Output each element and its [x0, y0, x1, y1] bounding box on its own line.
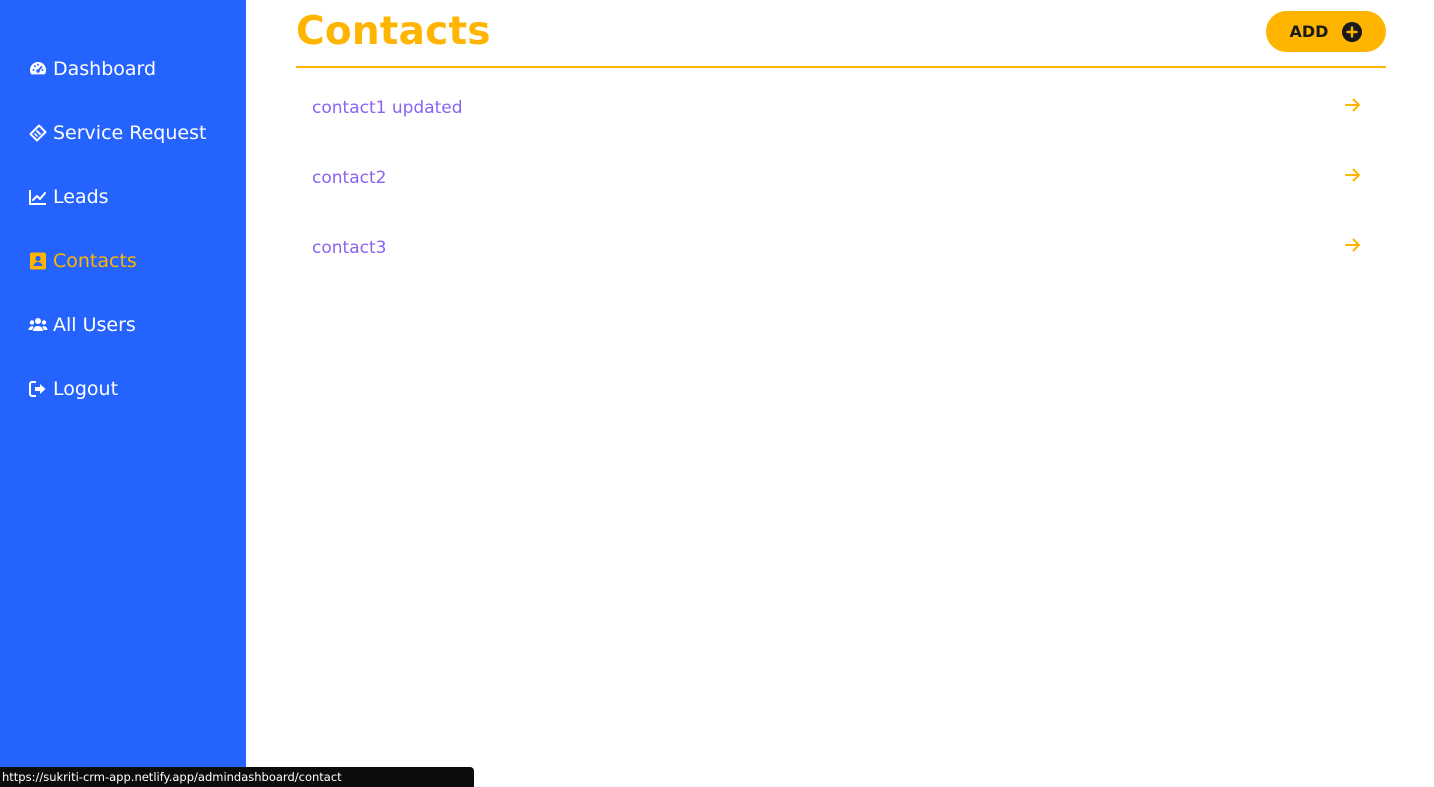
- app-root: Dashboard Service Request Leads Contacts: [0, 0, 1434, 787]
- contact-name-link[interactable]: contact2: [312, 166, 386, 190]
- contact-name-link[interactable]: contact1 updated: [312, 96, 463, 120]
- line-chart-icon: [28, 187, 48, 207]
- arrow-right-icon[interactable]: [1344, 236, 1362, 254]
- status-bar-url: https://sukriti-crm-app.netlify.app/admi…: [0, 767, 474, 787]
- sidebar-item-label: Logout: [53, 378, 119, 400]
- sidebar-item-leads[interactable]: Leads: [28, 182, 109, 212]
- plus-circle-icon: [1342, 21, 1363, 42]
- add-contact-button[interactable]: ADD: [1266, 11, 1386, 52]
- sidebar-item-contacts[interactable]: Contacts: [28, 246, 137, 276]
- sidebar-item-label: Contacts: [53, 250, 137, 272]
- arrow-right-icon[interactable]: [1344, 96, 1362, 114]
- sidebar-item-dashboard[interactable]: Dashboard: [28, 54, 156, 84]
- list-item[interactable]: contact3: [296, 214, 1386, 284]
- main-content: Contacts ADD contact1 updated contact2 c…: [296, 0, 1386, 787]
- sidebar-item-label: All Users: [53, 314, 136, 336]
- contact-name-link[interactable]: contact3: [312, 236, 386, 260]
- users-icon: [28, 315, 48, 335]
- arrow-right-icon[interactable]: [1344, 166, 1362, 184]
- ticket-icon: [28, 123, 48, 143]
- dashboard-gauge-icon: [28, 59, 48, 79]
- sidebar-item-logout[interactable]: Logout: [28, 374, 118, 404]
- list-item[interactable]: contact1 updated: [296, 74, 1386, 144]
- contact-list: contact1 updated contact2 contact3: [296, 74, 1386, 284]
- title-divider: [296, 66, 1386, 68]
- sign-out-icon: [28, 379, 48, 399]
- sidebar-item-label: Leads: [53, 186, 109, 208]
- add-button-label: ADD: [1289, 22, 1329, 41]
- sidebar-item-label: Service Request: [53, 122, 207, 144]
- list-item[interactable]: contact2: [296, 144, 1386, 214]
- sidebar-item-label: Dashboard: [53, 58, 157, 80]
- address-book-icon: [28, 251, 48, 271]
- page-title: Contacts: [296, 9, 491, 54]
- sidebar-item-service-request[interactable]: Service Request: [28, 118, 206, 148]
- sidebar-item-all-users[interactable]: All Users: [28, 310, 136, 340]
- sidebar: Dashboard Service Request Leads Contacts: [0, 0, 246, 787]
